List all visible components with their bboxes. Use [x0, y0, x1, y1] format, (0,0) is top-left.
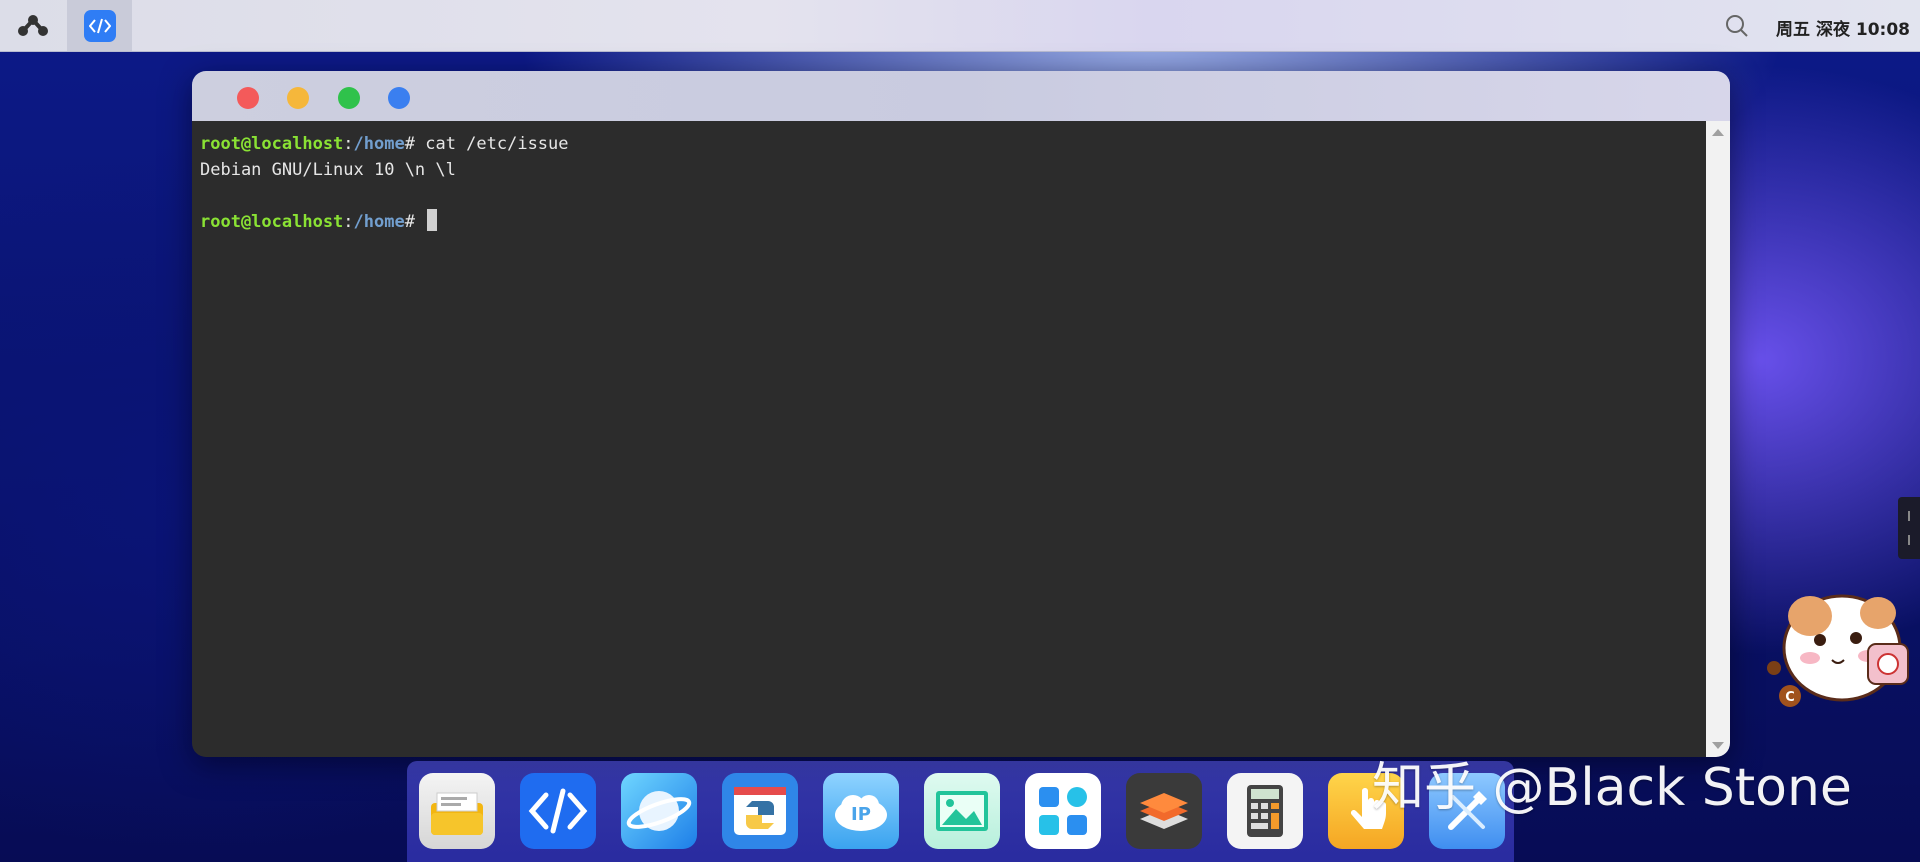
code-icon: [528, 788, 588, 834]
prompt-symbol: #: [404, 212, 426, 232]
terminal-line: root@localhost:/home# cat /etc/issue: [200, 131, 1698, 157]
dock-item-code-editor[interactable]: [520, 773, 596, 849]
dock: IP: [407, 761, 1514, 862]
minimize-button[interactable]: [287, 87, 309, 109]
svg-text:IP: IP: [851, 804, 871, 825]
side-panel-handle[interactable]: [1898, 497, 1920, 559]
watermark: 知乎 @Black Stone: [1372, 758, 1852, 818]
prompt-separator: :: [343, 134, 354, 154]
terminal-line: Debian GNU/Linux 10 \n \l: [200, 160, 456, 180]
close-button[interactable]: [237, 87, 259, 109]
python-icon: [734, 787, 786, 835]
launcher-icon[interactable]: [14, 10, 52, 42]
prompt-user: root@localhost: [200, 212, 344, 232]
dock-item-layers[interactable]: [1126, 773, 1202, 849]
dock-item-browser[interactable]: [621, 773, 697, 849]
scroll-up-icon[interactable]: [1712, 129, 1724, 136]
apps-grid-icon: [1039, 787, 1087, 835]
text-cursor: [427, 209, 438, 231]
dock-item-file-manager[interactable]: [419, 773, 495, 849]
dock-item-calculator[interactable]: [1227, 773, 1303, 849]
dock-item-ip-tool[interactable]: IP: [823, 773, 899, 849]
window-titlebar[interactable]: [192, 71, 1730, 121]
terminal-scrollbar[interactable]: [1706, 121, 1730, 757]
dock-item-app-store[interactable]: [1025, 773, 1101, 849]
folder-icon: [431, 792, 483, 835]
layers-icon: [1140, 793, 1188, 829]
prompt-separator: :: [343, 212, 354, 232]
extra-window-button[interactable]: [388, 87, 410, 109]
prompt-symbol: #: [404, 134, 426, 154]
terminal-line: root@localhost:/home#: [200, 209, 1698, 235]
prompt-path: /home: [353, 134, 405, 154]
top-panel: 周五 深夜 10:08: [0, 0, 1920, 52]
command-text: cat /etc/issue: [425, 134, 569, 154]
dock-item-image-viewer[interactable]: [924, 773, 1000, 849]
planet-icon: [626, 791, 692, 831]
clock[interactable]: 周五 深夜 10:08: [1776, 15, 1910, 40]
image-icon: [936, 791, 988, 831]
ip-cloud-icon: IP: [835, 795, 887, 831]
desktop-pet-mascot[interactable]: C: [1760, 578, 1920, 718]
terminal-output[interactable]: root@localhost:/home# cat /etc/issue Deb…: [192, 121, 1706, 757]
prompt-path: /home: [353, 212, 405, 232]
terminal-window: root@localhost:/home# cat /etc/issue Deb…: [192, 71, 1730, 757]
prompt-user: root@localhost: [200, 134, 344, 154]
search-icon[interactable]: [1724, 13, 1750, 39]
taskbar-active-app[interactable]: [67, 0, 132, 51]
svg-text:C: C: [1785, 690, 1795, 705]
calculator-icon: [1247, 785, 1283, 837]
dock-item-python-ide[interactable]: [722, 773, 798, 849]
code-editor-icon: [83, 9, 116, 42]
maximize-button[interactable]: [338, 87, 360, 109]
